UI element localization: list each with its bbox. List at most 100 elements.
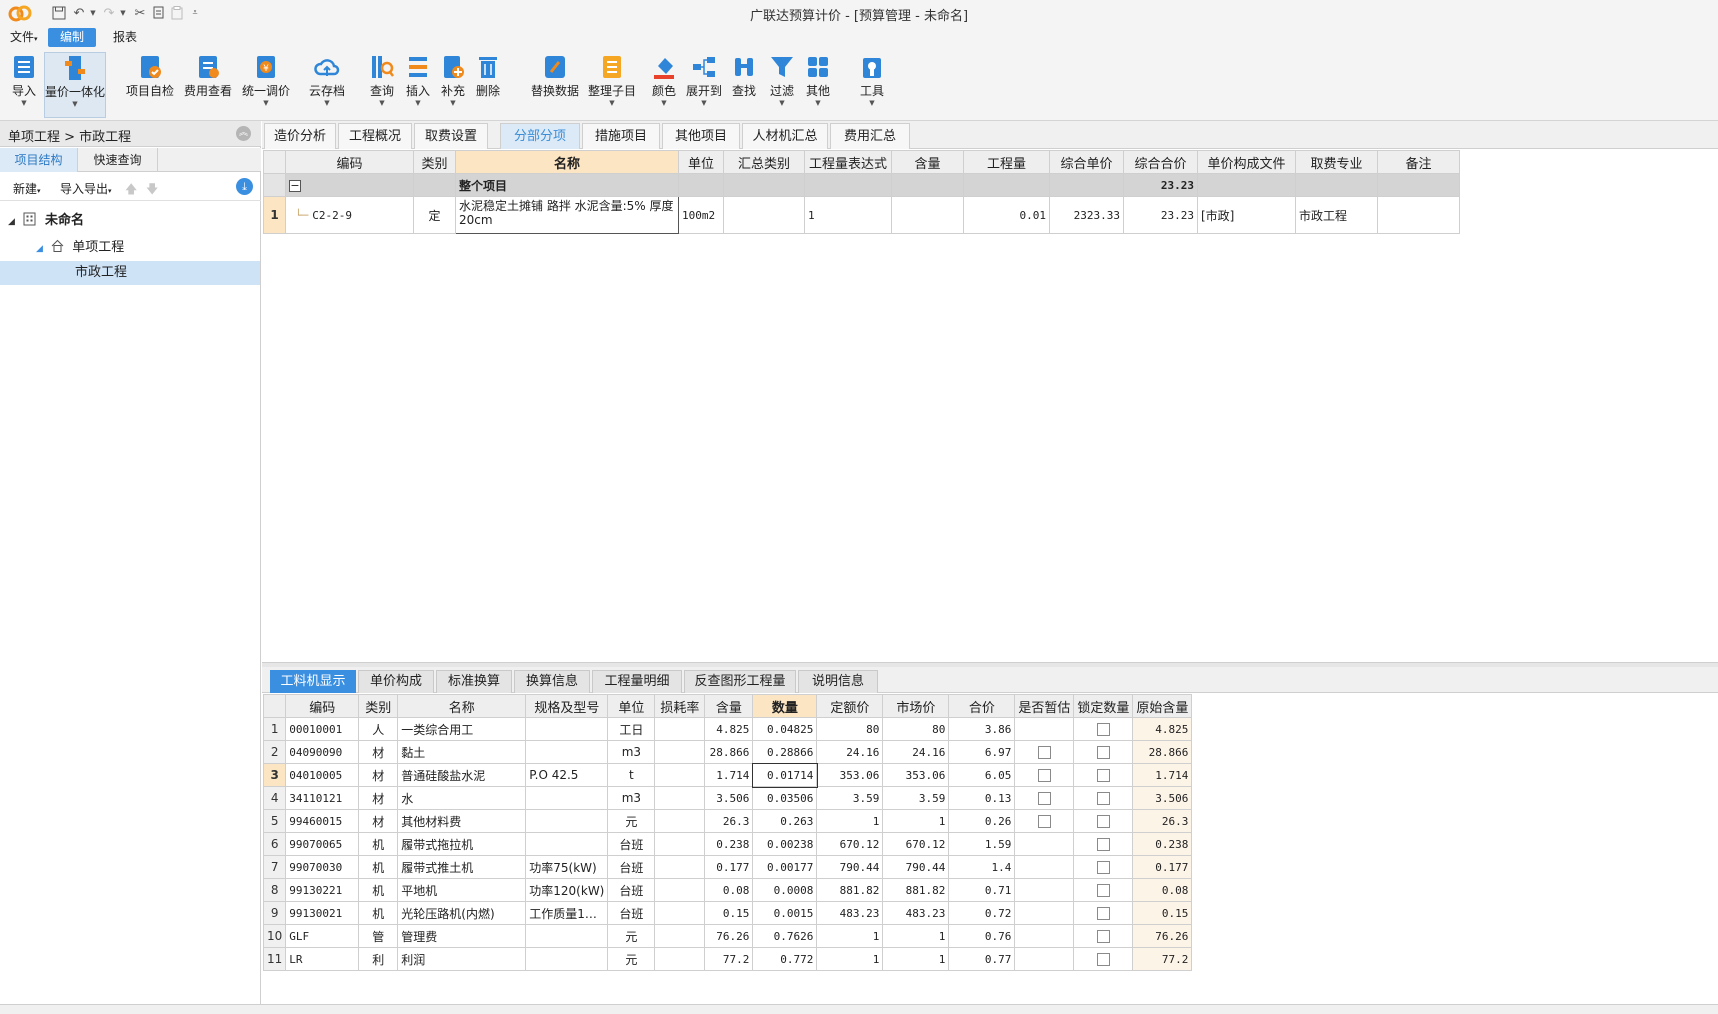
cell-original-content[interactable]: 4.825 — [1132, 717, 1193, 741]
cell-type[interactable]: 定 — [413, 196, 456, 234]
cell-unit[interactable]: 100m2 — [678, 196, 724, 234]
cell-unit[interactable]: m3 — [607, 786, 656, 810]
fee-view-button[interactable]: 费用查看 — [180, 52, 236, 118]
cell-code[interactable]: 00010001 — [285, 717, 360, 741]
row-number[interactable]: 4 — [262, 786, 287, 810]
cell-type[interactable]: 利 — [358, 947, 399, 971]
cell-name[interactable]: 黏土 — [397, 740, 527, 764]
cell-total[interactable]: 0.72 — [948, 901, 1016, 925]
cell-type[interactable]: 机 — [358, 901, 399, 925]
cell-lock-qty[interactable] — [1073, 901, 1134, 925]
cell-name[interactable]: 普通硅酸盐水泥 — [397, 763, 527, 787]
col-header-name[interactable]: 名称 — [455, 150, 679, 174]
cell-loss-rate[interactable] — [654, 832, 706, 856]
cell-unit[interactable]: 台班 — [607, 855, 656, 879]
tab-quick-query[interactable]: 快速查询 — [78, 148, 158, 172]
price-integrate-button[interactable]: 量价一体化 ▼ — [44, 52, 106, 118]
cell-type[interactable]: 材 — [358, 763, 399, 787]
col-header-qty-expr[interactable]: 工程量表达式 — [804, 150, 892, 174]
lock-qty-checkbox[interactable] — [1096, 723, 1110, 736]
cell-estimated[interactable] — [1014, 855, 1075, 879]
cell-remark[interactable] — [1377, 196, 1460, 234]
expand-to-button[interactable]: 展开到 ▼ — [684, 52, 724, 118]
col-header-estimated[interactable]: 是否暂估 — [1014, 694, 1075, 718]
cell-total[interactable]: 6.97 — [948, 740, 1016, 764]
cell-quantity[interactable]: 0.00238 — [752, 832, 818, 856]
row-number[interactable]: 11 — [262, 947, 287, 971]
cell-estimated[interactable] — [1014, 740, 1075, 764]
cell-type[interactable]: 机 — [358, 855, 399, 879]
cell-code[interactable]: 04010005 — [285, 763, 360, 787]
col-header-total[interactable]: 合价 — [948, 694, 1016, 718]
tab-fee-settings[interactable]: 取费设置 — [414, 123, 488, 149]
cell-quantity[interactable]: 0.01714 — [751, 762, 818, 788]
table-row[interactable]: 8 99130221 机平地机 功率120(kW) 台班 0.08 0.0008 881.82… — [262, 878, 1193, 902]
cell-spec[interactable] — [525, 947, 609, 971]
col-header-loss-rate[interactable]: 损耗率 — [654, 694, 706, 718]
cell-price-file[interactable]: [市政] — [1197, 196, 1296, 234]
cell-spec[interactable] — [525, 832, 609, 856]
cell-spec[interactable]: 功率120(kW) — [525, 878, 609, 902]
col-header-remark[interactable]: 备注 — [1377, 150, 1460, 174]
cell-qty[interactable]: 0.01 — [963, 196, 1050, 234]
cell-type[interactable]: 材 — [358, 786, 399, 810]
cell-type[interactable]: 人 — [358, 717, 399, 741]
col-header-content[interactable]: 含量 — [704, 694, 754, 718]
col-header-unit-price[interactable]: 综合单价 — [1049, 150, 1124, 174]
cell-original-content[interactable]: 77.2 — [1132, 947, 1193, 971]
cell-quota-price[interactable]: 483.23 — [816, 901, 884, 925]
col-header-market-price[interactable]: 市场价 — [882, 694, 950, 718]
cell-fee-specialty[interactable]: 市政工程 — [1295, 196, 1378, 234]
cell-total[interactable]: 0.71 — [948, 878, 1016, 902]
replace-data-button[interactable]: 替换数据 — [528, 52, 582, 118]
cell-loss-rate[interactable] — [654, 740, 706, 764]
cell-unit[interactable]: 台班 — [607, 901, 656, 925]
cell-unit[interactable]: 元 — [607, 947, 656, 971]
col-header-fee-specialty[interactable]: 取费专业 — [1295, 150, 1378, 174]
table-row[interactable]: 6 99070065 机履带式拖拉机 台班 0.238 0.00238 670.12 670.… — [262, 832, 1193, 856]
cell-market-price[interactable]: 24.16 — [882, 740, 950, 764]
cell-loss-rate[interactable] — [654, 809, 706, 833]
cell-code[interactable]: 34110121 — [285, 786, 360, 810]
cell-estimated[interactable] — [1014, 809, 1075, 833]
unify-adjust-button[interactable]: ¥ 统一调价 ▼ — [238, 52, 294, 118]
cell-code[interactable]: 99130021 — [285, 901, 360, 925]
cell-content[interactable]: 28.866 — [704, 740, 754, 764]
cell-content[interactable] — [891, 196, 964, 234]
lock-qty-checkbox[interactable] — [1096, 838, 1110, 851]
cell-name[interactable]: 一类综合用工 — [397, 717, 527, 741]
color-button[interactable]: 颜色 ▼ — [648, 52, 680, 118]
cell-name[interactable]: 水泥稳定土摊铺 路拌 水泥含量:5% 厚度20cm — [455, 196, 679, 234]
cell-unit[interactable]: 元 — [607, 809, 656, 833]
cell-content[interactable]: 1.714 — [704, 763, 754, 787]
cell-lock-qty[interactable] — [1073, 717, 1134, 741]
tab-fee-summary[interactable]: 费用汇总 — [830, 123, 910, 149]
col-header-summary-type[interactable]: 汇总类别 — [723, 150, 805, 174]
cell-quota-price[interactable]: 353.06 — [816, 763, 884, 787]
table-row[interactable]: 7 99070030 机履带式推土机 功率75(kW) 台班 0.177 0.00177 79… — [262, 855, 1193, 879]
row-number[interactable]: 8 — [262, 878, 287, 902]
cell-original-content[interactable]: 1.714 — [1132, 763, 1193, 787]
tree-node-municipal[interactable]: 市政工程 — [0, 261, 260, 285]
col-header-price-file[interactable]: 单价构成文件 — [1197, 150, 1296, 174]
cell-content[interactable]: 0.177 — [704, 855, 754, 879]
cell-estimated[interactable] — [1014, 786, 1075, 810]
cell-quantity[interactable]: 0.263 — [752, 809, 818, 833]
cell-name[interactable]: 利润 — [397, 947, 527, 971]
cell-total[interactable]: 0.77 — [948, 947, 1016, 971]
cell-original-content[interactable]: 0.177 — [1132, 855, 1193, 879]
cell-quota-price[interactable]: 80 — [816, 717, 884, 741]
col-header-quantity[interactable]: 数量 — [752, 694, 818, 718]
cell-lock-qty[interactable] — [1073, 832, 1134, 856]
tree-node-single-project[interactable]: ◢ 单项工程 — [0, 236, 261, 260]
col-header-code[interactable]: 编码 — [285, 150, 414, 174]
cell-content[interactable]: 0.15 — [704, 901, 754, 925]
cell-total[interactable]: 0.13 — [948, 786, 1016, 810]
cell-summary-type[interactable] — [723, 196, 805, 234]
cell-spec[interactable]: 工作质量1… — [525, 901, 609, 925]
import-export-button[interactable]: 导入导出▾ — [60, 180, 112, 197]
cloud-save-button[interactable]: 云存档 ▼ — [306, 52, 348, 118]
cell-original-content[interactable]: 76.26 — [1132, 924, 1193, 948]
cell-name[interactable]: 平地机 — [397, 878, 527, 902]
cell-quantity[interactable]: 0.0008 — [752, 878, 818, 902]
